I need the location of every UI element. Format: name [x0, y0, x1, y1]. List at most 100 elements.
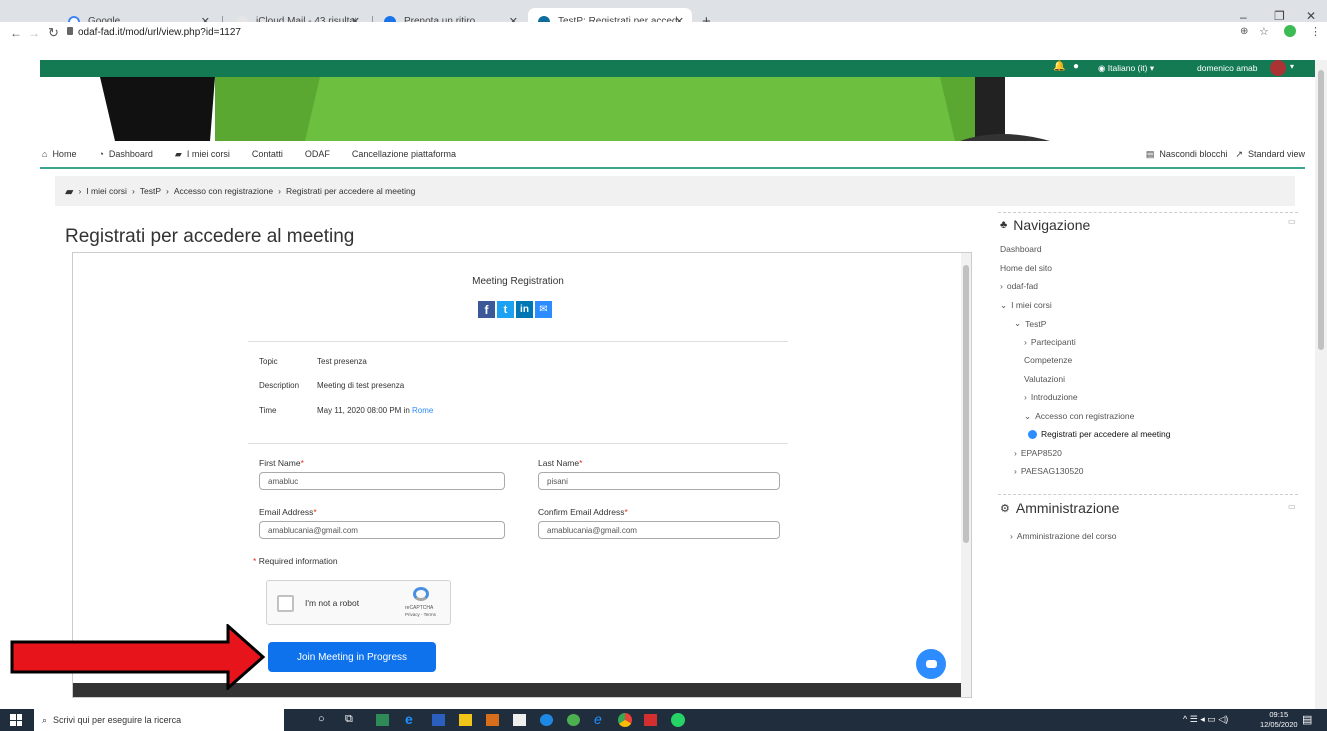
file-explorer-icon[interactable]: [459, 714, 472, 726]
recaptcha-checkbox[interactable]: [277, 595, 294, 612]
recaptcha-brand: reCAPTCHA: [405, 605, 434, 611]
chat-bubble-button[interactable]: [916, 649, 946, 679]
notification-center-icon[interactable]: ▤: [1302, 713, 1312, 726]
chevron-down-icon[interactable]: ▾: [1290, 62, 1294, 71]
facebook-icon[interactable]: f: [478, 301, 495, 318]
page-title: Registrati per accedere al meeting: [65, 226, 355, 247]
frame-scrollbar-thumb[interactable]: [963, 265, 969, 543]
breadcrumb-item[interactable]: I miei corsi: [86, 186, 127, 196]
divider: [248, 443, 788, 444]
user-menu[interactable]: domenico amab: [1197, 63, 1257, 73]
reload-icon[interactable]: ↻: [48, 25, 59, 41]
courses-icon: ▰: [174, 148, 182, 159]
timezone-link[interactable]: Rome: [412, 406, 433, 415]
frame-scrollbar[interactable]: [961, 253, 971, 697]
taskbar-app-icon[interactable]: [567, 714, 580, 726]
recaptcha-logo-icon: [413, 587, 429, 601]
share-buttons: f t in ✉: [478, 301, 552, 318]
email-field[interactable]: amablucania@gmail.com: [259, 521, 505, 539]
bookmark-star-icon[interactable]: ☆: [1259, 25, 1269, 38]
zoom-icon[interactable]: ⊕: [1240, 26, 1248, 37]
sidebar-item[interactable]: › PAESAG130520: [1014, 466, 1084, 476]
home-icon: ⌂: [42, 149, 48, 159]
chat-icon: [925, 660, 937, 668]
language-selector[interactable]: ◉ Italiano (it) ▾: [1098, 63, 1154, 74]
admin-block-title: ⚙ Amministrazione: [1000, 500, 1120, 516]
standard-view-button[interactable]: ↗ Standard view: [1235, 149, 1305, 160]
nav-my-courses[interactable]: ▰ I miei corsi: [175, 149, 230, 160]
whatsapp-icon[interactable]: [671, 713, 685, 727]
cortana-icon[interactable]: ○: [318, 713, 325, 725]
sidebar-item[interactable]: Registrati per accedere al meeting: [1028, 429, 1170, 439]
sidebar-item[interactable]: ⌄ I miei corsi: [1000, 300, 1052, 311]
admin-item[interactable]: › Amministrazione del corso: [1010, 531, 1117, 541]
search-icon: ⌕: [42, 714, 48, 725]
menu-kebab-icon[interactable]: ⋮: [1310, 25, 1321, 38]
back-icon[interactable]: ←: [10, 26, 22, 40]
sidebar-item[interactable]: › Partecipanti: [1024, 337, 1076, 347]
outlook-icon[interactable]: [486, 714, 499, 726]
task-view-icon[interactable]: ⧉: [345, 713, 353, 726]
system-tray-icons[interactable]: ^ ☰ ◂ ▭ ◁): [1183, 714, 1228, 725]
page-scrollbar[interactable]: [1315, 60, 1327, 709]
nav-dashboard[interactable]: ◔ Dashboard: [98, 149, 152, 159]
block-menu-icon[interactable]: ▭: [1288, 217, 1296, 226]
description-label: Description: [259, 381, 300, 390]
edge-icon[interactable]: e: [405, 711, 413, 727]
sidebar-item[interactable]: › EPAP8520: [1014, 448, 1062, 458]
hide-blocks-button[interactable]: ▤ Nascondi blocchi: [1146, 149, 1228, 160]
notification-bell-icon[interactable]: 🔔: [1053, 61, 1065, 72]
twitter-icon[interactable]: t: [497, 301, 514, 318]
restore-icon[interactable]: ❐: [1274, 9, 1285, 23]
recaptcha-terms[interactable]: Privacy - Terms: [405, 612, 436, 617]
avatar[interactable]: [1270, 60, 1286, 76]
divider: [998, 494, 1298, 495]
extension-icon[interactable]: [1284, 25, 1296, 37]
forward-icon[interactable]: →: [28, 26, 40, 40]
description-value: Meeting di test presenza: [317, 381, 405, 390]
folder-icon[interactable]: ▰: [65, 185, 73, 198]
gears-icon: ⚙: [1000, 502, 1010, 515]
last-name-field[interactable]: pisani: [538, 472, 780, 490]
nav-contatti[interactable]: Contatti: [252, 149, 283, 159]
block-menu-icon[interactable]: ▭: [1288, 502, 1296, 511]
internet-explorer-icon[interactable]: e: [594, 711, 602, 727]
first-name-field[interactable]: amabluc: [259, 472, 505, 490]
sidebar-item[interactable]: › odaf-fad: [1000, 281, 1038, 291]
sidebar-item[interactable]: Competenze: [1024, 355, 1072, 365]
join-meeting-button[interactable]: Join Meeting in Progress: [268, 642, 436, 672]
breadcrumb-item[interactable]: TestP: [140, 186, 161, 196]
sidebar-item[interactable]: Dashboard: [1000, 244, 1042, 254]
close-window-icon[interactable]: ✕: [1306, 9, 1316, 23]
linkedin-icon[interactable]: in: [516, 301, 533, 318]
topic-label: Topic: [259, 357, 278, 366]
sidebar-item[interactable]: › Introduzione: [1024, 392, 1078, 402]
message-bubble-icon[interactable]: ●: [1073, 61, 1079, 72]
taskbar-search[interactable]: ⌕ Scrivi qui per eseguire la ricerca: [34, 709, 284, 731]
sidebar-item[interactable]: ⌄ Accesso con registrazione: [1024, 411, 1134, 422]
clock[interactable]: 09:15 12/05/2020: [1260, 710, 1298, 730]
last-name-label: Last Name*: [538, 458, 583, 468]
sidebar: ♣ Navigazione ▭ Dashboard Home del sito › od…: [990, 212, 1300, 692]
windows-taskbar: ⌕ Scrivi qui per eseguire la ricerca ○ ⧉ …: [0, 709, 1327, 731]
taskbar-app-icon[interactable]: [376, 714, 389, 726]
word-icon[interactable]: [432, 714, 445, 726]
url-field[interactable]: odaf-fad.it/mod/url/view.php?id=1127: [78, 27, 241, 38]
confirm-email-field[interactable]: amablucania@gmail.com: [538, 521, 780, 539]
chrome-icon[interactable]: [618, 713, 632, 727]
email-share-icon[interactable]: ✉: [535, 301, 552, 318]
taskbar-app-icon[interactable]: [540, 714, 553, 726]
nav-cancellazione[interactable]: Cancellazione piattaforma: [352, 149, 456, 159]
store-icon[interactable]: [513, 714, 526, 726]
expand-icon: ↗: [1235, 148, 1243, 159]
registration-heading: Meeting Registration: [472, 276, 564, 287]
acrobat-icon[interactable]: [644, 714, 657, 726]
sidebar-item[interactable]: ⌄ TestP: [1014, 318, 1046, 329]
nav-odaf[interactable]: ODAF: [305, 149, 330, 159]
sidebar-item[interactable]: Valutazioni: [1024, 374, 1065, 384]
page-scrollbar-thumb[interactable]: [1318, 70, 1324, 350]
sidebar-item[interactable]: Home del sito: [1000, 263, 1052, 273]
breadcrumb-item[interactable]: Accesso con registrazione: [174, 186, 273, 196]
windows-start-icon[interactable]: [10, 714, 22, 726]
nav-home[interactable]: ⌂ Home: [42, 149, 76, 159]
